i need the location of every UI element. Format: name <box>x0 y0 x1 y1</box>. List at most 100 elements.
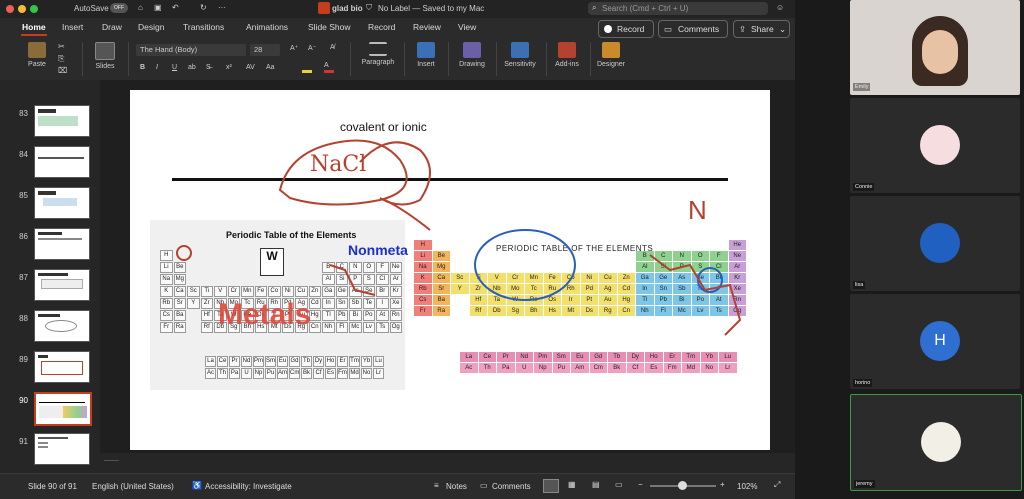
change-case-icon[interactable]: Aa <box>266 64 275 71</box>
reading-view-icon[interactable]: ▤ <box>592 480 600 489</box>
avatar <box>920 125 960 165</box>
accessibility-icon: ♿ <box>192 481 202 490</box>
autosave-toggle[interactable]: OFF <box>110 3 128 13</box>
slide-thumbnail[interactable] <box>34 187 90 219</box>
slideshow-icon[interactable]: ▭ <box>615 480 623 489</box>
drawing-button[interactable]: Drawing <box>454 42 490 68</box>
slide-thumbnail[interactable] <box>34 146 90 178</box>
participant-tile[interactable]: lisa <box>850 196 1020 291</box>
undo-icon[interactable]: ↶ <box>172 3 179 12</box>
comments-status-button[interactable]: Comments <box>492 482 531 491</box>
thumbnail-number: 86 <box>19 232 28 241</box>
normal-view-icon[interactable] <box>543 479 559 493</box>
account-icon[interactable]: ☺ <box>776 3 784 12</box>
notes-button[interactable]: Notes <box>446 482 467 491</box>
add-ins-button[interactable]: Add-ins <box>550 42 584 68</box>
strikethrough-icon[interactable]: S̶ <box>206 64 211 71</box>
slides-icon <box>95 42 115 60</box>
language-status[interactable]: English (United States) <box>92 482 174 491</box>
ribbon-divider <box>448 42 449 76</box>
increase-font-icon[interactable]: A⁺ <box>290 44 298 52</box>
char-spacing-icon[interactable]: AV <box>246 64 255 71</box>
paragraph-icon <box>369 42 387 56</box>
slide-sorter-icon[interactable]: ▦ <box>568 480 576 489</box>
status-bar: Slide 90 of 91 English (United States) ♿… <box>0 473 795 499</box>
designer-button[interactable]: Designer <box>594 42 628 68</box>
share-button[interactable]: ⇪ Share ⌄ <box>733 20 790 38</box>
accessibility-status[interactable]: Accessibility: Investigate <box>205 482 292 491</box>
home-icon[interactable]: ⌂ <box>138 3 143 12</box>
comments-button[interactable]: ▭ Comments <box>658 20 728 38</box>
underline-icon[interactable]: U <box>172 64 177 71</box>
ribbon: Paste ✂ ⎘ ⌧ Slides The Hand (Body) 28 A⁺… <box>0 38 795 81</box>
slide-thumbnail[interactable] <box>34 269 90 301</box>
red-outline-ink <box>176 245 742 336</box>
paragraph-button[interactable]: Paragraph <box>358 42 398 66</box>
slide-thumbnail-selected[interactable] <box>34 392 92 426</box>
tab-transitions[interactable]: Transitions <box>183 22 224 32</box>
participant-tile[interactable]: Connie <box>850 98 1020 193</box>
active-tab-indicator <box>21 34 47 36</box>
search-input[interactable]: Search (Cmd + Ctrl + U) <box>602 4 688 13</box>
handwriting-n: N <box>688 195 707 225</box>
ribbon-divider <box>590 42 591 76</box>
cut-icon[interactable]: ✂ <box>58 42 65 51</box>
participant-tile[interactable]: H horino <box>850 294 1020 389</box>
zoom-slider[interactable] <box>650 481 716 490</box>
slide-thumbnail[interactable] <box>34 310 90 342</box>
tab-design[interactable]: Design <box>138 22 164 32</box>
tab-draw[interactable]: Draw <box>102 22 122 32</box>
superscript-icon[interactable]: x² <box>226 64 232 71</box>
record-button[interactable]: Record <box>598 20 654 38</box>
font-color-icon[interactable]: A <box>324 62 334 73</box>
ribbon-divider <box>546 42 547 76</box>
font-name-select[interactable]: The Hand (Body) <box>136 44 246 56</box>
tab-review[interactable]: Review <box>413 22 441 32</box>
participant-tile[interactable]: Emily <box>850 0 1020 95</box>
slide-thumbnail[interactable] <box>34 228 90 260</box>
italic-icon[interactable]: I <box>156 64 158 71</box>
copy-icon[interactable]: ⎘ <box>58 54 64 64</box>
tab-view[interactable]: View <box>458 22 476 32</box>
maximize-window-button[interactable] <box>30 5 38 13</box>
participant-face <box>922 30 958 74</box>
thumbnail-number: 87 <box>19 273 28 282</box>
zoom-level[interactable]: 102% <box>737 482 757 491</box>
slide-canvas[interactable]: covalent or ionic Periodic Table of the … <box>130 90 770 450</box>
nacl-handwriting: NaCl <box>310 152 367 177</box>
ribbon-divider <box>128 42 129 76</box>
slide-thumbnail[interactable] <box>34 351 90 383</box>
insert-button[interactable]: Insert <box>410 42 442 68</box>
slide-thumbnail[interactable] <box>34 105 90 137</box>
tab-animations[interactable]: Animations <box>246 22 288 32</box>
zoom-in-icon[interactable]: + <box>720 480 725 489</box>
tab-record[interactable]: Record <box>368 22 395 32</box>
fit-slide-icon[interactable]: ⤢ <box>774 480 780 490</box>
slides-button[interactable]: Slides <box>90 42 120 70</box>
decrease-font-icon[interactable]: A⁻ <box>308 44 316 52</box>
participant-tile[interactable]: jeremy <box>850 394 1022 491</box>
redo-icon[interactable]: ↻ <box>200 3 207 12</box>
minimize-window-button[interactable] <box>18 5 26 13</box>
notes-strip: ——— <box>100 453 795 473</box>
slide-counter: Slide 90 of 91 <box>28 482 77 491</box>
tab-slide-show[interactable]: Slide Show <box>308 22 351 32</box>
zoom-slider-thumb[interactable] <box>678 481 687 490</box>
sensitivity-button[interactable]: Sensitivity <box>500 42 540 68</box>
paste-button[interactable]: Paste <box>24 42 50 68</box>
ink-annotations <box>176 139 742 336</box>
tab-home[interactable]: Home <box>22 22 46 32</box>
more-icon[interactable]: ··· <box>218 3 226 12</box>
zoom-out-icon[interactable]: − <box>638 480 643 489</box>
save-icon[interactable]: ▣ <box>154 3 162 12</box>
font-size-select[interactable]: 28 <box>250 44 280 56</box>
clear-format-icon[interactable]: A̸ <box>330 44 335 51</box>
format-painter-icon[interactable]: ⌧ <box>58 66 67 75</box>
highlight-icon[interactable] <box>302 62 312 73</box>
bold-icon[interactable]: B <box>140 64 145 71</box>
tab-insert[interactable]: Insert <box>62 22 83 32</box>
search-box[interactable]: ⌕ Search (Cmd + Ctrl + U) <box>588 2 768 15</box>
close-window-button[interactable] <box>6 5 14 13</box>
shadow-icon[interactable]: ab <box>188 64 196 71</box>
slide-thumbnail[interactable] <box>34 433 90 465</box>
